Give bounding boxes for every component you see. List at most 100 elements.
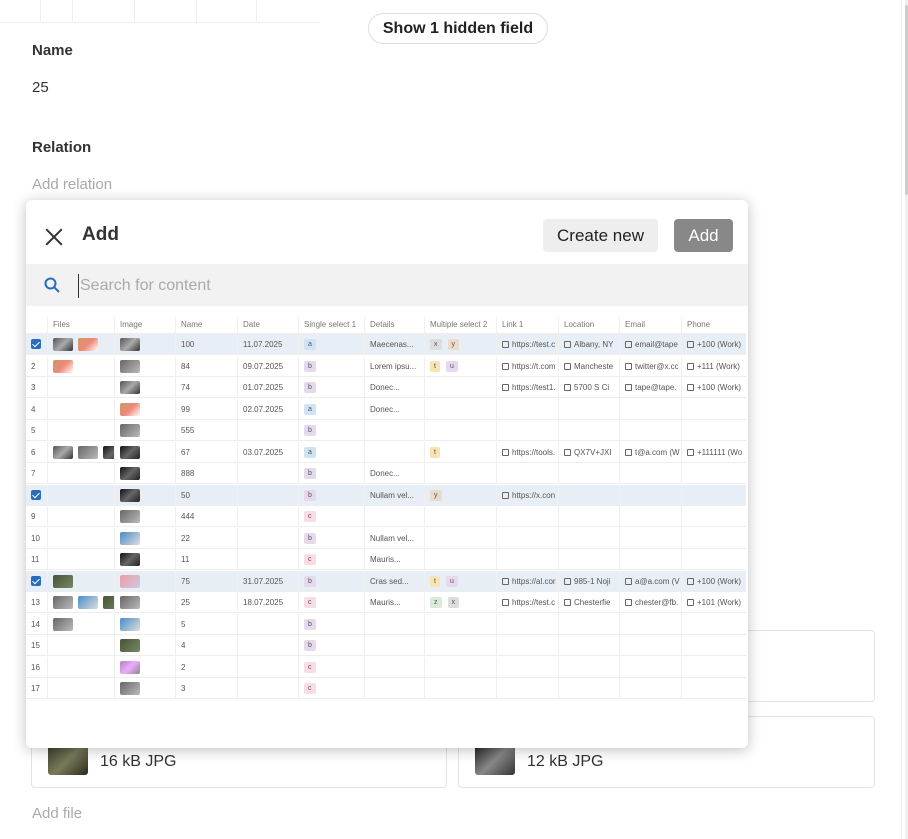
table-cell	[682, 506, 748, 527]
column-header[interactable]: Image	[115, 316, 176, 334]
table-row[interactable]: 3 74 01.07.2025 b Donec... https://test1. 5700…	[26, 377, 746, 398]
search-input[interactable]	[78, 274, 682, 298]
row-select-cell[interactable]: 16	[26, 656, 48, 678]
background-grid-strip	[0, 0, 320, 23]
row-select-cell[interactable]: 17	[26, 678, 48, 699]
table-row[interactable]: 2 84 09.07.2025 b Lorem ipsu... t u https://t.c…	[26, 355, 746, 377]
column-header[interactable]: Multiple select 2	[425, 316, 497, 334]
column-header[interactable]: Single select 1	[299, 316, 365, 334]
column-header[interactable]: Location	[559, 316, 620, 334]
select-tag: c	[304, 511, 316, 523]
table-cell	[682, 614, 748, 635]
content-table: Files Image Name Date Single select 1 Details…	[26, 316, 748, 704]
table-cell: 84	[176, 355, 238, 377]
table-row[interactable]: 9 444 c	[26, 506, 746, 527]
column-header[interactable]: Link 1	[497, 316, 559, 334]
create-new-button[interactable]: Create new	[543, 219, 658, 252]
checkbox-checked[interactable]	[31, 339, 41, 349]
row-select-cell[interactable]: 15	[26, 635, 48, 656]
row-select-cell[interactable]: 11	[26, 549, 48, 570]
modal-title: Add	[82, 224, 119, 245]
table-cell: chester@fb.	[620, 592, 682, 613]
location-icon	[564, 362, 571, 370]
table-row[interactable]: 75 31.07.2025 b Cras sed... t u https://al.cor…	[26, 570, 746, 592]
file-thumbnail	[475, 745, 515, 775]
table-cell	[425, 420, 497, 441]
add-button[interactable]: Add	[674, 219, 733, 252]
add-relation-link[interactable]: Add relation	[32, 176, 112, 193]
show-hidden-fields-button[interactable]: Show 1 hidden field	[368, 13, 548, 44]
column-header[interactable]: Details	[365, 316, 425, 334]
link-value: https://test.c	[512, 598, 556, 607]
row-select-cell[interactable]: 2	[26, 355, 48, 377]
select-tag: t	[430, 446, 440, 458]
row-select-cell[interactable]	[26, 334, 48, 355]
table-row[interactable]: 14 5 b	[26, 613, 748, 635]
table-cell	[425, 377, 497, 398]
row-select-cell[interactable]: 13	[26, 592, 48, 613]
table-row[interactable]: 7 888 b Donec...	[26, 463, 746, 484]
table-cell: 18.07.2025	[238, 592, 299, 613]
table-cell	[115, 506, 176, 527]
table-cell	[497, 613, 559, 635]
table-row[interactable]: 10 22 b Nullam vel...	[26, 527, 746, 549]
row-select-cell[interactable]: 14	[26, 613, 48, 635]
table-row[interactable]: 5 555 b	[26, 420, 746, 441]
table-cell	[238, 527, 299, 549]
table-cell: y	[425, 484, 497, 506]
row-select-cell[interactable]: 4	[26, 398, 48, 420]
table-cell: 11	[176, 549, 238, 570]
row-select-cell[interactable]: 3	[26, 377, 48, 398]
table-cell: 25	[176, 592, 238, 613]
table-row[interactable]: 50 b Nullam vel... y https://x.con	[26, 484, 746, 506]
table-row[interactable]: 13 25 18.07.2025 c Mauris... z x https://test.c…	[26, 592, 746, 613]
table-cell	[238, 613, 299, 635]
table-row[interactable]: 16 2 c	[26, 656, 746, 678]
table-cell	[620, 484, 682, 506]
table-row[interactable]: 11 11 c Mauris...	[26, 549, 746, 570]
table-cell	[48, 549, 115, 570]
row-select-cell[interactable]: 6	[26, 441, 48, 463]
row-select-cell[interactable]: 5	[26, 420, 48, 441]
checkbox-checked[interactable]	[31, 489, 41, 500]
table-row[interactable]: 17 3 c	[26, 678, 746, 699]
table-cell: 5	[176, 613, 238, 635]
select-tag: a	[304, 446, 316, 458]
table-cell	[238, 484, 299, 506]
row-select-cell[interactable]: 10	[26, 527, 48, 549]
file-thumbnail	[48, 745, 88, 775]
table-row[interactable]: 4 99 02.07.2025 a Donec...	[26, 398, 746, 420]
row-select-cell[interactable]: 9	[26, 506, 48, 527]
table-row[interactable]: 15 4 b	[26, 635, 746, 656]
table-cell: QX7V+JXI	[559, 441, 620, 463]
select-tag: x	[430, 339, 442, 351]
table-cell: Lorem ipsu...	[365, 355, 425, 377]
row-select-cell[interactable]: 7	[26, 463, 48, 484]
phone-value: +100 (Work)	[697, 383, 742, 392]
column-header[interactable]: Date	[238, 316, 299, 334]
table-cell	[497, 398, 559, 420]
close-icon[interactable]	[42, 225, 66, 249]
row-select-cell[interactable]	[26, 484, 48, 506]
name-field-value[interactable]: 25	[32, 79, 49, 96]
column-header[interactable]: Phone	[682, 316, 748, 334]
table-cell	[365, 613, 425, 635]
image-thumbnail	[120, 682, 140, 696]
table-row[interactable]: 100 11.07.2025 a Maecenas... x y https://test.…	[26, 334, 746, 355]
table-cell	[365, 441, 425, 463]
table-cell: 985-1 Noji	[559, 570, 620, 592]
column-header[interactable]: Name	[176, 316, 238, 334]
column-header[interactable]: Email	[620, 316, 682, 334]
table-cell: https://x.con	[497, 484, 559, 506]
table-cell	[425, 398, 497, 420]
table-row[interactable]: 6 67 03.07.2025 a t https://tools. QX7V+JXI t@a…	[26, 441, 746, 463]
row-select-cell[interactable]	[26, 570, 48, 592]
table-cell	[497, 506, 559, 527]
link-value: https://tools.	[512, 447, 556, 457]
add-file-link[interactable]: Add file	[32, 805, 82, 822]
details-value: Mauris...	[370, 598, 401, 607]
checkbox-checked[interactable]	[31, 575, 41, 586]
select-tag: a	[304, 339, 316, 351]
column-header[interactable]: Files	[48, 316, 115, 334]
location-icon	[564, 577, 571, 585]
